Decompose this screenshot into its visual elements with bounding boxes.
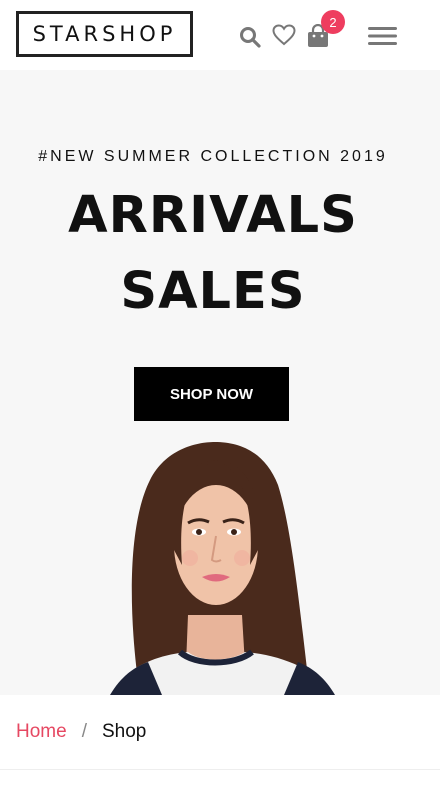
breadcrumb-home-link[interactable]: Home <box>16 721 67 743</box>
hero-title-line-1: ARRIVALS <box>68 186 358 245</box>
hero-eyebrow: #NEW SUMMER COLLECTION 2019 <box>38 148 388 165</box>
cart-count-badge: 2 <box>321 10 345 34</box>
hero-title-line-2: SALES <box>120 262 306 321</box>
search-icon[interactable] <box>239 26 261 48</box>
hero-model-image <box>110 442 335 695</box>
hero-banner: #NEW SUMMER COLLECTION 2019 ARRIVALS SAL… <box>0 70 440 695</box>
breadcrumb-current: Shop <box>101 721 147 742</box>
breadcrumb: Home / Shop <box>0 695 440 770</box>
heart-icon[interactable] <box>272 24 296 46</box>
site-header: STARSHOP 2 <box>0 0 440 70</box>
breadcrumb-separator: / <box>81 721 87 742</box>
shop-now-button[interactable]: SHOP NOW <box>134 367 289 421</box>
hamburger-menu-icon[interactable] <box>368 25 397 47</box>
store-logo[interactable]: STARSHOP <box>16 11 193 57</box>
